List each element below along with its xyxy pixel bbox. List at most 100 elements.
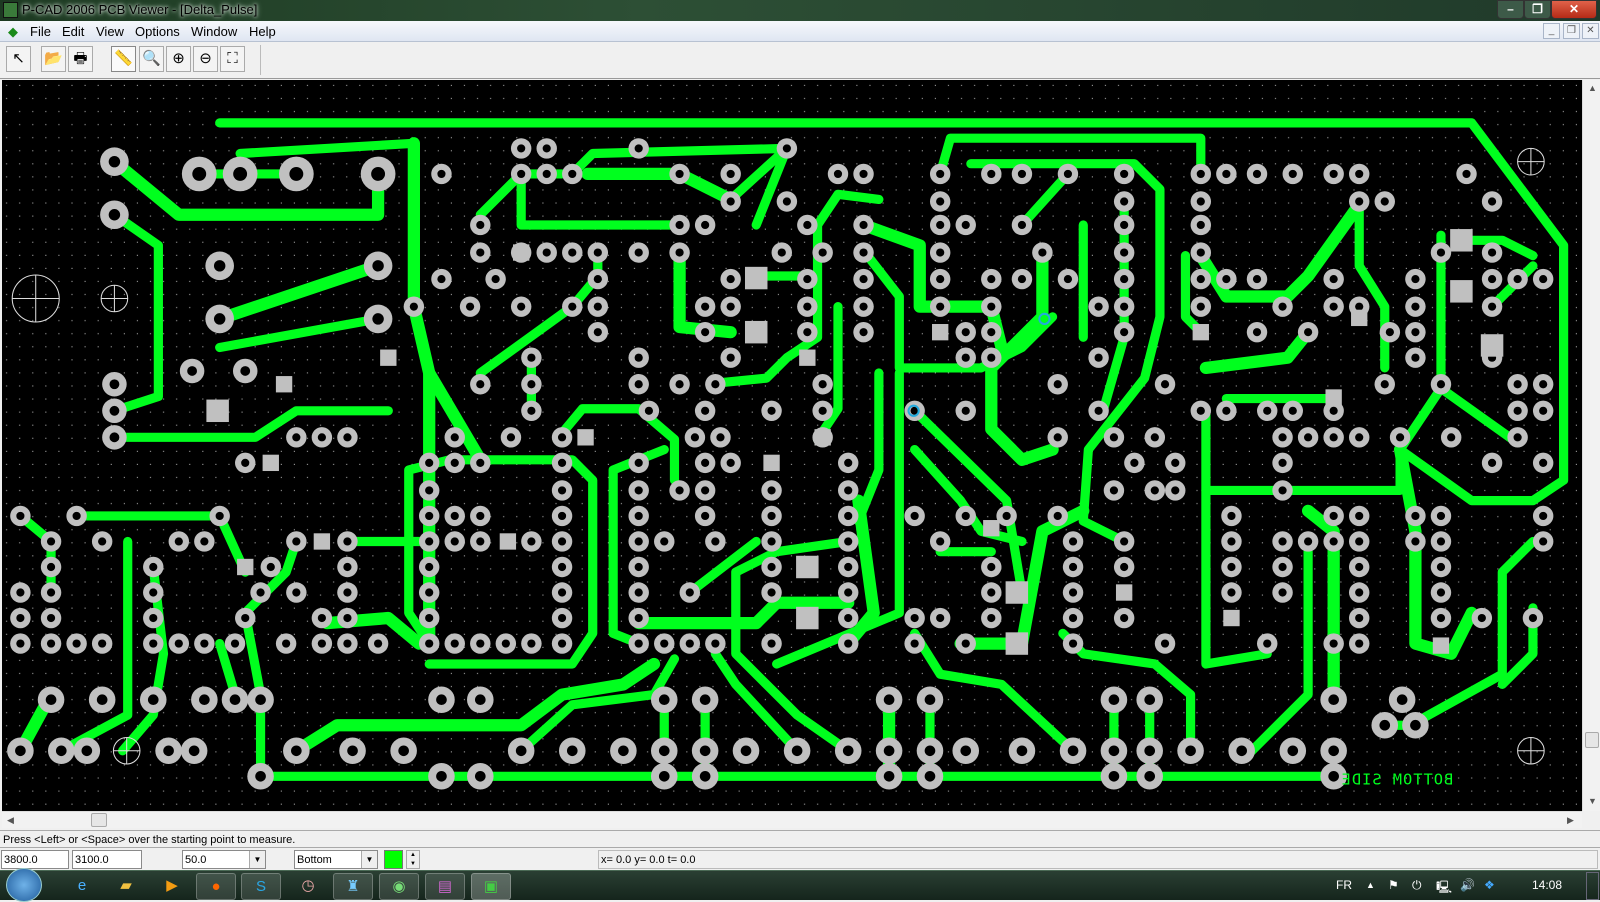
network-icon[interactable]: 🖳 (1436, 878, 1452, 899)
square-pad[interactable] (577, 429, 594, 446)
smd-pad[interactable] (796, 555, 819, 579)
smd-pad[interactable] (1005, 581, 1029, 604)
square-pad[interactable] (1432, 637, 1450, 654)
x-field[interactable]: 3800.0 (1, 850, 69, 869)
square-pad[interactable] (1325, 389, 1342, 406)
dropbox-icon[interactable]: ❖ (1484, 878, 1495, 892)
show-hidden-icons[interactable]: ▲ (1366, 880, 1375, 890)
zoom-out-button[interactable]: ⊖ (193, 46, 218, 72)
volume-icon[interactable]: 🔊 (1460, 878, 1475, 892)
pad-hole (1513, 275, 1522, 284)
menu-edit[interactable]: Edit (62, 24, 84, 39)
smd-pad[interactable] (206, 399, 229, 423)
open-button[interactable]: 📂 (41, 46, 66, 72)
menu-file[interactable]: File (30, 24, 51, 39)
pad-hole (1411, 275, 1420, 284)
square-pad[interactable] (1351, 309, 1368, 327)
smd-pad[interactable] (1005, 632, 1029, 655)
pad-hole (961, 220, 970, 230)
grid-value: 50.0 (185, 854, 207, 866)
mdi-close-button[interactable]: ✕ (1582, 23, 1599, 39)
chevron-down-icon[interactable]: ▼ (361, 851, 377, 868)
square-pad[interactable] (983, 520, 1000, 537)
y-field[interactable]: 3100.0 (72, 850, 142, 869)
chevron-down-icon[interactable]: ▼ (249, 851, 265, 868)
square-pad[interactable] (763, 454, 780, 472)
show-desktop-button[interactable] (1586, 872, 1599, 900)
zoom-extents-button[interactable]: ⛶ (220, 46, 245, 72)
media-player-icon[interactable]: ▶ (152, 873, 192, 900)
pad-hole (675, 248, 684, 257)
maximize-button[interactable]: ❐ (1524, 0, 1551, 19)
pcad-taskbar-icon[interactable]: ▣ (471, 873, 511, 900)
pad-hole (987, 613, 996, 623)
pad-hole (690, 433, 699, 442)
print-button[interactable]: 🖶 (68, 46, 93, 72)
scroll-down-icon[interactable]: ▼ (1588, 796, 1597, 806)
square-pad[interactable] (1115, 584, 1133, 601)
action-center-flag-icon[interactable]: ⚑ (1388, 878, 1399, 892)
square-pad[interactable] (275, 376, 293, 393)
app-icon-download[interactable]: ◉ (379, 873, 419, 900)
scroll-up-icon[interactable]: ▲ (1588, 83, 1597, 93)
menu-help[interactable]: Help (249, 24, 276, 39)
square-pad[interactable] (512, 244, 530, 261)
layer-select[interactable]: Bottom ▼ (294, 850, 378, 869)
ie-icon[interactable]: e (62, 873, 102, 900)
square-pad[interactable] (932, 324, 949, 341)
pcb-board[interactable]: BOTTOM SIDE (2, 80, 1582, 811)
measure-tool[interactable]: 📏 (111, 46, 136, 72)
square-pad[interactable] (313, 533, 331, 550)
app-icon-clock[interactable]: ◷ (288, 873, 328, 900)
square-pad[interactable] (1223, 609, 1240, 627)
menu-window[interactable]: Window (191, 24, 237, 39)
pad-hole (1171, 486, 1180, 495)
smd-pad[interactable] (796, 606, 819, 630)
horizontal-scrollbar[interactable]: ◀ ▶ (2, 811, 1582, 828)
vertical-scrollbar[interactable]: ▲ ▼ (1582, 80, 1600, 811)
square-pad[interactable] (499, 533, 517, 550)
menu-options[interactable]: Options (135, 24, 180, 39)
zoom-window-button[interactable]: 🔍 (139, 46, 164, 72)
power-icon[interactable]: ⏻ (1412, 878, 1422, 893)
zoom-in-button[interactable]: ⊕ (166, 46, 191, 72)
app-icon-cleaner[interactable]: ♜ (333, 873, 373, 900)
horizontal-scroll-thumb[interactable] (91, 813, 107, 827)
clock[interactable]: 14:08 (1532, 878, 1562, 892)
layer-spinner[interactable]: ▲ ▼ (406, 850, 420, 869)
menu-view[interactable]: View (96, 24, 124, 39)
winrar-icon[interactable]: ▤ (425, 873, 465, 900)
square-pad[interactable] (799, 349, 816, 366)
square-pad[interactable] (380, 349, 397, 366)
pad-hole (425, 588, 434, 597)
select-tool[interactable]: ↖ (6, 46, 31, 72)
pad-hole (1355, 197, 1364, 206)
grid-select[interactable]: 50.0 ▼ (182, 850, 266, 869)
pad-hole (701, 328, 710, 337)
square-pad[interactable] (1192, 324, 1209, 341)
mdi-restore-button[interactable]: ❐ (1563, 23, 1580, 39)
smd-pad[interactable] (1450, 229, 1473, 252)
skype-icon[interactable]: S (241, 873, 281, 900)
smd-pad[interactable] (744, 320, 768, 344)
start-button[interactable] (6, 868, 42, 902)
minimize-button[interactable]: – (1497, 0, 1524, 19)
close-button[interactable]: ✕ (1551, 0, 1597, 19)
scroll-right-icon[interactable]: ▶ (1567, 815, 1574, 826)
square-pad[interactable] (814, 429, 831, 446)
firefox-icon[interactable]: ● (196, 873, 236, 900)
mdi-minimize-button[interactable]: _ (1543, 23, 1560, 39)
square-pad[interactable] (1483, 337, 1501, 354)
square-pad[interactable] (262, 454, 279, 472)
language-indicator[interactable]: FR (1336, 878, 1352, 892)
smd-pad[interactable] (1450, 280, 1473, 303)
explorer-icon[interactable]: ▰ (106, 873, 146, 900)
square-pad[interactable] (237, 558, 254, 576)
vertical-scroll-thumb[interactable] (1585, 732, 1599, 748)
layer-color-swatch[interactable] (384, 850, 403, 869)
smd-pad[interactable] (744, 266, 768, 290)
pcb-canvas[interactable]: BOTTOM SIDE (2, 80, 1582, 811)
pad-hole (1068, 537, 1078, 546)
pad-hole (1304, 328, 1313, 337)
scroll-left-icon[interactable]: ◀ (7, 815, 14, 826)
